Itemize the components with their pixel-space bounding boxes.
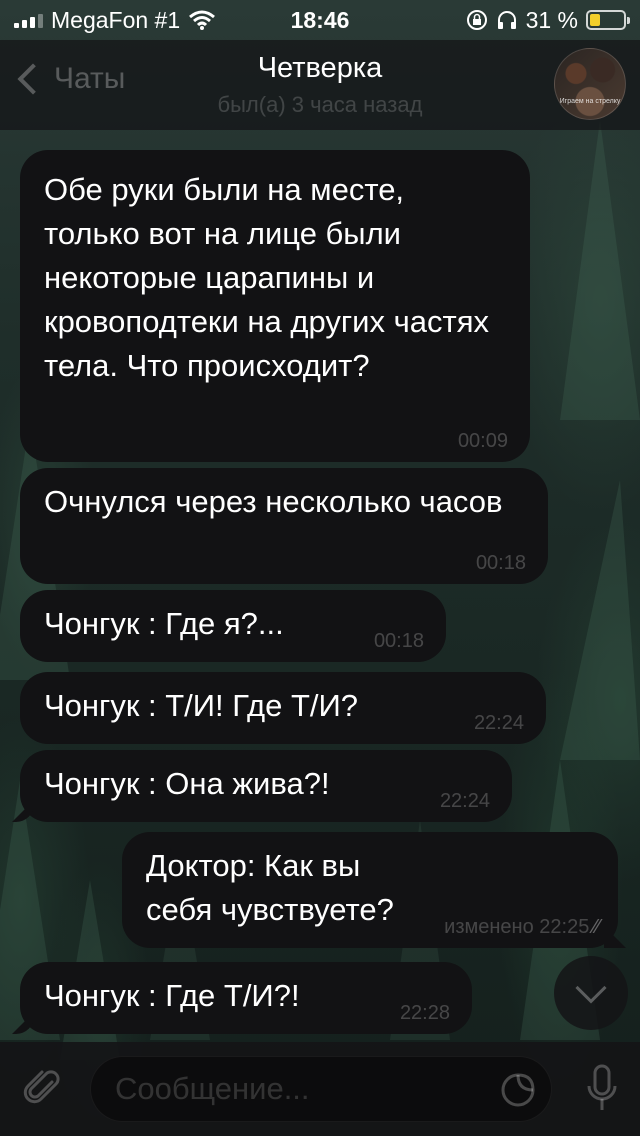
- message-time: 00:18: [373, 630, 424, 652]
- message-bubble-outgoing[interactable]: Доктор: Как вы себя чувствуете? изменено…: [122, 832, 618, 948]
- message-bubble[interactable]: Чонгук : Т/И! Где Т/И? 22:24: [20, 672, 546, 744]
- battery-icon: [586, 10, 630, 30]
- message-text: Чонгук : Где Т/И?!: [44, 978, 300, 1013]
- paperclip-icon[interactable]: [22, 1068, 64, 1110]
- status-bar: MegaFon #1 18:46 31 %: [0, 0, 640, 40]
- message-text: Доктор: Как вы себя чувствуете?: [146, 848, 394, 927]
- message-text: Чонгук : Т/И! Где Т/И?: [44, 688, 359, 723]
- avatar-caption: Играем на стрелку: [559, 98, 621, 105]
- message-time: 00:18: [475, 552, 526, 574]
- message-text: Чонгук : Где я?...: [44, 606, 284, 641]
- scroll-down-button[interactable]: [554, 956, 628, 1030]
- message-time: 22:24: [473, 712, 524, 734]
- status-left: MegaFon #1: [14, 7, 216, 34]
- headphones-icon: [497, 11, 516, 29]
- message-time: изменено 22:25 ⁄⁄: [444, 916, 600, 938]
- battery-level: [590, 14, 600, 26]
- chevron-down-icon: [575, 972, 607, 1004]
- sticker-icon[interactable]: [500, 1072, 536, 1108]
- read-checkmarks-icon: ⁄⁄: [593, 916, 600, 938]
- message-text: Очнулся через несколько часов: [44, 484, 503, 519]
- message-bubble[interactable]: Чонгук : Где Т/И?! 22:28: [20, 962, 472, 1034]
- message-bubble[interactable]: Очнулся через несколько часов 00:18: [20, 468, 548, 584]
- chat-avatar[interactable]: Играем на стрелку: [554, 48, 626, 120]
- rotation-lock-icon: [466, 10, 487, 30]
- microphone-icon[interactable]: [586, 1064, 618, 1114]
- chat-title[interactable]: Четверка: [0, 52, 640, 85]
- last-seen-status: был(а) 3 часа назад: [217, 92, 423, 117]
- edited-time: изменено 22:25: [444, 916, 590, 938]
- message-time: 22:28: [399, 1002, 450, 1024]
- signal-strength-icon: [14, 12, 43, 28]
- message-list[interactable]: Обе руки были на месте, только вот на ли…: [0, 0, 640, 1136]
- chat-header: Чаты Четверка был(а) 3 часа назад Играем…: [0, 40, 640, 130]
- battery-percent: 31 %: [525, 6, 578, 33]
- carrier-name: MegaFon #1: [51, 6, 181, 33]
- message-bubble[interactable]: Чонгук : Она жива?! 22:24: [20, 750, 512, 822]
- message-input[interactable]: [90, 1056, 552, 1122]
- message-bubble[interactable]: Чонгук : Где я?... 00:18: [20, 590, 446, 662]
- message-time: 00:09: [457, 430, 508, 452]
- composer-bar: [0, 1042, 640, 1136]
- message-bubble[interactable]: Обе руки были на месте, только вот на ли…: [20, 150, 530, 462]
- message-text: Чонгук : Она жива?!: [44, 766, 330, 801]
- wifi-icon: [189, 10, 216, 30]
- message-time: 22:24: [439, 790, 490, 812]
- status-right: 31 %: [466, 6, 630, 34]
- message-text: Обе руки были на месте, только вот на ли…: [44, 172, 489, 383]
